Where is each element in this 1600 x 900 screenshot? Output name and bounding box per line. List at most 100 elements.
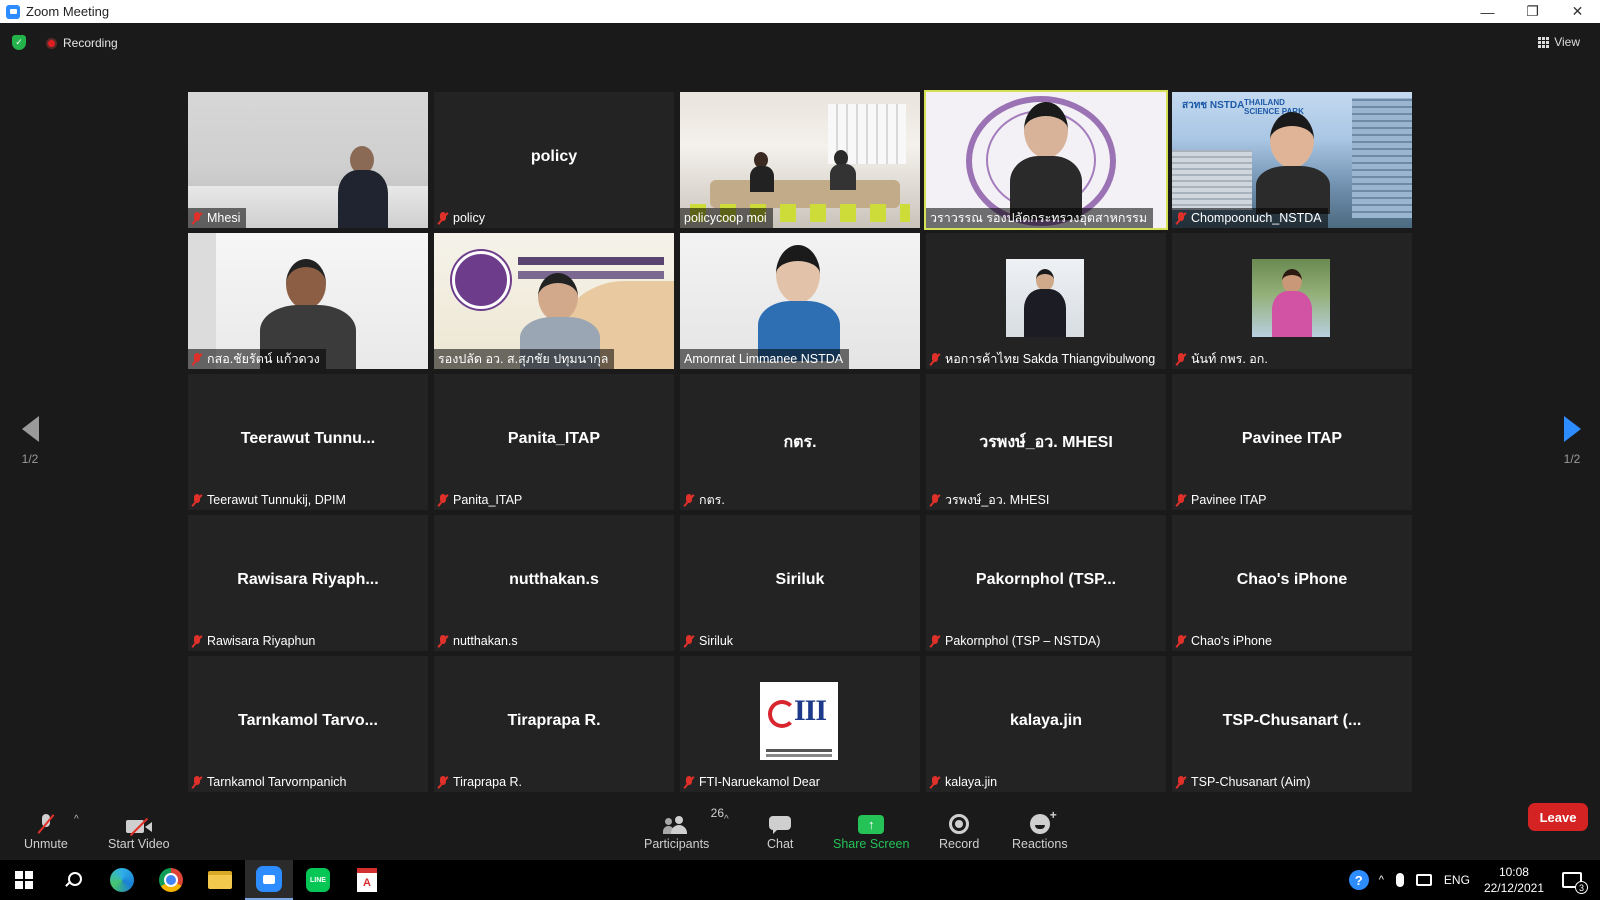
participant-name: นันท์ กพร. อก. (1191, 352, 1268, 366)
participants-button[interactable]: 26 Participants (644, 806, 724, 851)
audio-options-caret-icon[interactable]: ^ (74, 814, 79, 825)
participant-tile[interactable]: Rawisara Riyaph... Rawisara Riyaphun (188, 515, 428, 651)
zoom-app-icon (256, 866, 282, 892)
video-off-icon (125, 818, 152, 834)
participant-nameplate: วรพงษ์_อว. MHESI (926, 490, 1055, 510)
chat-button[interactable]: Chat (767, 810, 793, 851)
next-page-control[interactable]: 1/2 (1552, 416, 1592, 466)
edge-browser-icon (110, 868, 134, 892)
participant-tile[interactable]: Mhesi (188, 92, 428, 228)
microphone-tray-icon[interactable] (1395, 873, 1404, 887)
participant-avatar: III (760, 682, 838, 760)
taskbar-chrome[interactable] (147, 860, 195, 900)
participant-name: วรพงษ์_อว. MHESI (945, 493, 1050, 507)
participant-avatar (1006, 259, 1084, 337)
muted-mic-icon (1176, 211, 1186, 225)
window-title: Zoom Meeting (26, 4, 110, 19)
participant-tile[interactable]: รองปลัด อว. ส.สุภชัย ปทุมนากุล (434, 233, 674, 369)
start-button[interactable] (0, 860, 48, 900)
taskbar-line[interactable]: LINE (294, 860, 342, 900)
participant-name: Amornrat Limmanee NSTDA (684, 352, 844, 366)
leave-button[interactable]: Leave (1528, 803, 1588, 831)
participant-tile[interactable]: Pakornphol (TSP... Pakornphol (TSP – NSTD… (926, 515, 1166, 651)
participant-tile[interactable]: กตร. กตร. (680, 374, 920, 510)
help-icon[interactable]: ? (1348, 870, 1369, 890)
taskbar-zoom[interactable] (245, 860, 293, 900)
minimize-button[interactable]: — (1465, 0, 1510, 23)
unmute-label: Unmute (24, 837, 68, 851)
participant-name: กตร. (699, 493, 725, 507)
participant-name: policy (453, 211, 485, 225)
participant-display-name: Panita_ITAP (507, 430, 601, 447)
participant-tile[interactable]: กสอ.ชัยรัตน์ แก้วดวง (188, 233, 428, 369)
network-icon[interactable] (1415, 874, 1432, 886)
notification-count: 3 (1575, 881, 1588, 894)
participant-display-name: วรพงษ์_อว. MHESI (979, 434, 1113, 451)
participants-caret-icon[interactable]: ^ (724, 814, 729, 825)
participants-count: 26 (710, 806, 725, 820)
participant-tile[interactable]: Pavinee ITAP Pavinee ITAP (1172, 374, 1412, 510)
participant-name: nutthakan.s (453, 634, 518, 648)
show-hidden-icons-chevron-icon[interactable]: ^ (1379, 874, 1384, 886)
muted-mic-icon (192, 634, 202, 648)
participant-tile[interactable]: nutthakan.s nutthakan.s (434, 515, 674, 651)
muted-mic-icon (684, 493, 694, 507)
muted-mic-icon (192, 775, 202, 789)
participant-name: Siriluk (699, 634, 734, 648)
participant-tile[interactable]: policycoop moi (680, 92, 920, 228)
taskbar-edge[interactable] (98, 860, 146, 900)
participant-nameplate: รองปลัด อว. ส.สุภชัย ปทุมนากุล (434, 349, 615, 369)
participant-tile[interactable]: Teerawut Tunnu... Teerawut Tunnukij, DPIM (188, 374, 428, 510)
next-page-arrow-icon[interactable] (1563, 416, 1581, 442)
participant-tile[interactable]: policy policy (434, 92, 674, 228)
participant-display-name: กตร. (783, 434, 817, 451)
reactions-button[interactable]: Reactions (1012, 808, 1068, 851)
unmute-button[interactable]: Unmute (24, 810, 68, 851)
participant-name: กสอ.ชัยรัตน์ แก้วดวง (207, 352, 320, 366)
participant-tile[interactable]: Tiraprapa R. Tiraprapa R. (434, 656, 674, 792)
taskbar-search-button[interactable] (48, 860, 96, 900)
participants-label: Participants (644, 837, 710, 851)
recording-indicator[interactable]: Recording (46, 36, 118, 50)
muted-mic-icon (1176, 493, 1186, 507)
participant-tile[interactable]: สวทช NSTDA THAILAND SCIENCE PARK Chompoonu… (1172, 92, 1412, 228)
restore-button[interactable]: ❐ (1510, 0, 1555, 23)
close-button[interactable]: ✕ (1555, 0, 1600, 23)
participant-display-name: Rawisara Riyaph... (237, 571, 379, 588)
record-button[interactable]: Record (939, 810, 979, 851)
participant-nameplate: Teerawut Tunnukij, DPIM (188, 490, 352, 510)
muted-mic-icon (192, 211, 202, 225)
participant-tile[interactable]: วราวรรณ รองปลัดกระทรวงอุตสาหกรรม (924, 90, 1168, 230)
participant-tile[interactable]: Amornrat Limmanee NSTDA (680, 233, 920, 369)
encryption-shield-icon[interactable]: ✓ (12, 35, 26, 50)
taskbar-pdf-reader[interactable]: A (343, 860, 391, 900)
participant-nameplate: Chompoonuch_NSTDA (1172, 208, 1328, 228)
previous-page-arrow-icon[interactable] (21, 416, 39, 442)
share-screen-label: Share Screen (833, 837, 910, 851)
share-screen-button[interactable]: ↑ Share Screen (833, 810, 909, 851)
participant-display-name: Teerawut Tunnu... (240, 430, 376, 447)
participant-tile[interactable]: III FTI-Naruekamol Dear (680, 656, 920, 792)
participant-tile[interactable]: Tarnkamol Tarvo... Tarnkamol Tarvornpanic… (188, 656, 428, 792)
view-button[interactable]: View (1538, 35, 1580, 49)
participant-tile[interactable]: นันท์ กพร. อก. (1172, 233, 1412, 369)
participant-tile[interactable]: Siriluk Siriluk (680, 515, 920, 651)
participant-display-name: Tiraprapa R. (507, 712, 601, 729)
participant-tile[interactable]: Chao's iPhone Chao's iPhone (1172, 515, 1412, 651)
participant-tile[interactable]: หอการค้าไทย Sakda Thiangvibulwong (926, 233, 1166, 369)
participant-tile[interactable]: วรพงษ์_อว. MHESI วรพงษ์_อว. MHESI (926, 374, 1166, 510)
participant-tile[interactable]: kalaya.jin kalaya.jin (926, 656, 1166, 792)
input-language[interactable]: ENG (1444, 873, 1470, 887)
clock[interactable]: 10:08 22/12/2021 (1484, 864, 1544, 896)
participant-tile[interactable]: TSP-Chusanart (... TSP-Chusanart (Aim) (1172, 656, 1412, 792)
participant-nameplate: Tarnkamol Tarvornpanich (188, 772, 352, 792)
participant-tile[interactable]: Panita_ITAP Panita_ITAP (434, 374, 674, 510)
participant-nameplate: Tiraprapa R. (434, 772, 528, 792)
muted-mic-icon (684, 775, 694, 789)
muted-mic-icon (930, 775, 940, 789)
taskbar-file-explorer[interactable] (196, 860, 244, 900)
previous-page-control[interactable]: 1/2 (10, 416, 50, 466)
notification-center-icon[interactable]: 3 (1562, 872, 1588, 894)
participant-nameplate: Amornrat Limmanee NSTDA (680, 349, 850, 369)
start-video-button[interactable]: Start Video (108, 810, 170, 851)
